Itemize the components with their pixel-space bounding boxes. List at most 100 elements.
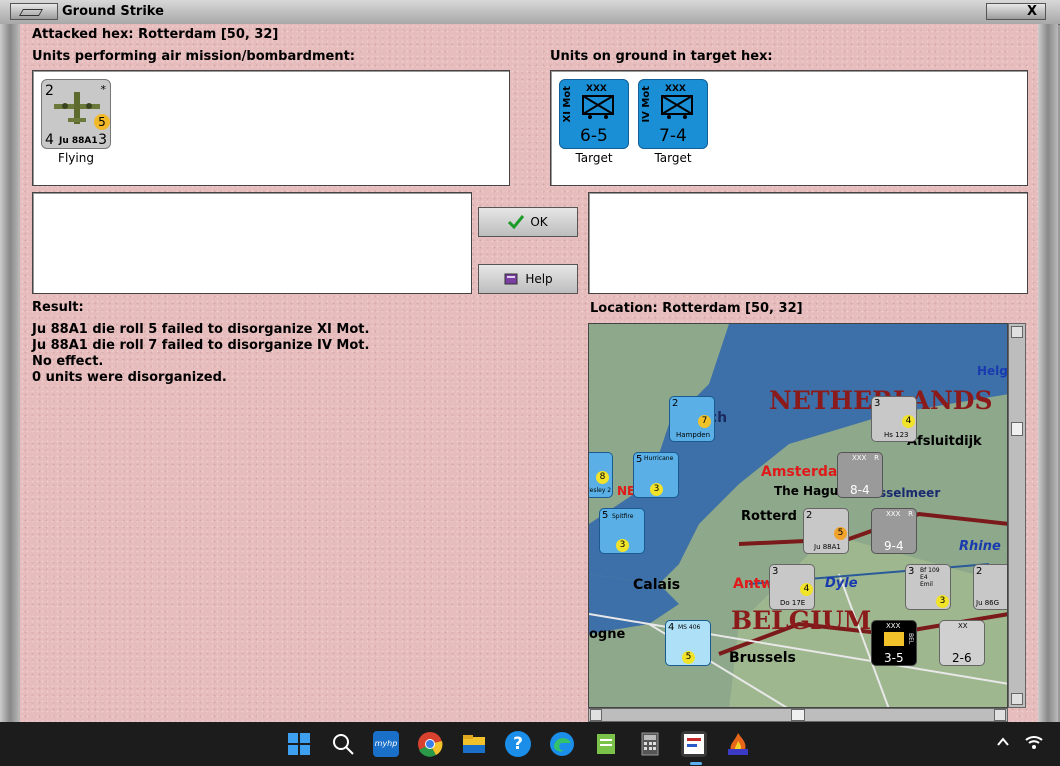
edge-icon[interactable] [549, 731, 575, 757]
help-button[interactable]: Help [478, 264, 578, 294]
map-counter-hampden[interactable]: 2 7 Hampden [669, 396, 715, 442]
scroll-down-arrow[interactable] [1011, 693, 1023, 705]
map-counter-strength: 3-5 [884, 651, 904, 665]
air-units-label: Units performing air mission/bombardment… [32, 49, 356, 64]
map-counter-tag: R [908, 510, 913, 518]
windows-start-icon[interactable] [286, 731, 312, 757]
map-horizontal-scrollbar[interactable] [588, 708, 1008, 722]
ground-unit-counter-1[interactable]: XI Mot XXX 6-5 [559, 79, 629, 149]
map-label-helgo: Helgo [977, 364, 1008, 378]
map-view[interactable]: NETHERLANDS BELGIUM Amsterda The Hague R… [588, 323, 1008, 708]
map-counter-strength: 2-6 [952, 651, 972, 665]
map-counter-strength: 8-4 [850, 483, 870, 497]
ground-unit-1-label: XI Mot [562, 86, 573, 123]
myhp-icon[interactable]: myhp [373, 731, 399, 757]
map-counter-name: Ju 86G [976, 599, 1000, 607]
map-counter-badge: 3 [616, 539, 629, 552]
left-info-panel [32, 192, 472, 294]
map-counter-ms406[interactable]: 4 MS 406 5 [665, 620, 711, 666]
search-icon[interactable] [330, 731, 356, 757]
ground-unit-2-status: Target [654, 151, 692, 165]
map-counter-hs123[interactable]: 3 4 Hs 123 [871, 396, 917, 442]
map-counter-2-6[interactable]: XX 2-6 [939, 620, 985, 666]
system-menu-button[interactable] [10, 3, 58, 20]
ground-unit-counter-2[interactable]: IV Mot XXX 7-4 [638, 79, 708, 149]
ground-unit-1-strength: 6-5 [580, 126, 608, 146]
checkmark-icon [508, 215, 525, 229]
map-counter-top: 3 [874, 398, 881, 409]
map-counter-hurricane[interactable]: 5 Hurricane 3 [633, 452, 679, 498]
map-counter-8-4[interactable]: XXX R 8-4 [837, 452, 883, 498]
map-label-the-hague: The Hague [774, 484, 847, 498]
map-label-brussels: Brussels [729, 650, 796, 666]
fire-app-icon[interactable] [725, 731, 751, 757]
map-counter-wellesley[interactable]: 8 lesley 2 [589, 452, 613, 498]
scroll-right-arrow[interactable] [994, 709, 1006, 721]
map-counter-9-4[interactable]: XXX R 9-4 [871, 508, 917, 554]
map-label-belgium: BELGIUM [731, 606, 872, 635]
motorized-infantry-icon [582, 95, 614, 119]
map-counter-name: Hampden [676, 431, 711, 439]
file-explorer-icon[interactable] [461, 731, 487, 757]
motorized-infantry-icon [661, 95, 693, 119]
air-unit-bottom-right: 3 [98, 132, 107, 148]
horizontal-scroll-thumb[interactable] [791, 709, 805, 721]
calculator-icon[interactable] [637, 731, 663, 757]
map-label-calais: Calais [633, 577, 681, 593]
location-label: Location: Rotterdam [50, 32] [590, 301, 803, 316]
map-counter-do17[interactable]: 3 4 Do 17E [769, 564, 815, 610]
ground-unit-2-size: XXX [665, 84, 686, 94]
vertical-scroll-thumb[interactable] [1011, 422, 1023, 436]
ground-unit-1-status: Target [575, 151, 613, 165]
chrome-icon[interactable] [417, 731, 443, 757]
ok-button[interactable]: OK [478, 207, 578, 237]
map-counter-name: Hs 123 [884, 431, 909, 439]
result-line: Ju 88A1 die roll 5 failed to disorganize… [32, 322, 370, 337]
chevron-up-icon[interactable] [996, 736, 1010, 751]
map-counter-badge: 7 [698, 415, 711, 428]
map-counter-bf109[interactable]: 3 Bf 109 E4 Emil 3 [905, 564, 951, 610]
map-label-dyle: Dyle [825, 576, 858, 591]
notepad-icon[interactable] [593, 731, 619, 757]
scroll-left-arrow[interactable] [590, 709, 602, 721]
wargame-app-icon[interactable] [681, 731, 707, 757]
title-bar[interactable]: Ground Strike X [0, 0, 1060, 25]
map-counter-bel-3-5[interactable]: XXX BEL 3-5 [871, 620, 917, 666]
map-counter-badge: 5 [682, 651, 695, 664]
map-vertical-scrollbar[interactable] [1008, 323, 1026, 708]
air-unit-counter[interactable]: 2 * 5 4 Ju 88A1 3 [41, 79, 111, 149]
ground-unit-2-strength: 7-4 [659, 126, 687, 146]
ground-strike-window: Ground Strike X Attacked hex: Rotterdam … [0, 0, 1060, 722]
close-button[interactable]: X [986, 3, 1046, 20]
right-frame [1038, 24, 1058, 722]
map-label-ijsselmeer: sselmeer [879, 486, 941, 500]
map-counter-ju86[interactable]: Ju 86G 2 [973, 564, 1007, 610]
map-counter-badge: 8 [596, 471, 609, 484]
ok-label: OK [530, 215, 548, 229]
map-counter-name: Hurricane [644, 455, 674, 462]
air-unit-name: Ju 88A1 [59, 136, 98, 146]
map-label-amsterdam: Amsterda [761, 464, 838, 480]
air-unit-badge: 5 [94, 114, 110, 130]
map-counter-ju88[interactable]: 2 5 Ju 88A1 [803, 508, 849, 554]
bel-unit-icon [884, 632, 904, 646]
dialog-content: Attacked hex: Rotterdam [50, 32] Units p… [20, 24, 1038, 722]
map-counter-top: 2 [806, 510, 813, 521]
map-counter-top: 2 [976, 566, 983, 577]
scroll-up-arrow[interactable] [1011, 326, 1023, 338]
map-counter-tag: BEL [907, 633, 914, 645]
map-counter-top: 4 [668, 622, 675, 633]
ground-unit-2-label: IV Mot [641, 86, 652, 123]
map-counter-spitfire[interactable]: 5 Spitfire 3 [599, 508, 645, 554]
map-counter-top: 5 [602, 510, 609, 521]
ground-units-label: Units on ground in target hex: [550, 49, 773, 64]
map-counter-name: Spitfire [612, 513, 634, 520]
wifi-icon[interactable] [1024, 734, 1044, 754]
air-units-panel: 2 * 5 4 Ju 88A1 3 Flying [32, 70, 510, 186]
map-counter-size: XXX [886, 622, 901, 630]
map-counter-name: Do 17E [780, 599, 806, 607]
active-app-indicator [690, 762, 702, 765]
ground-units-panel: XI Mot XXX 6-5 Target IV Mot XXX 7-4 Tar… [550, 70, 1028, 186]
help-icon[interactable]: ? [505, 731, 531, 757]
map-counter-name: Bf 109 E4 Emil [920, 567, 940, 588]
